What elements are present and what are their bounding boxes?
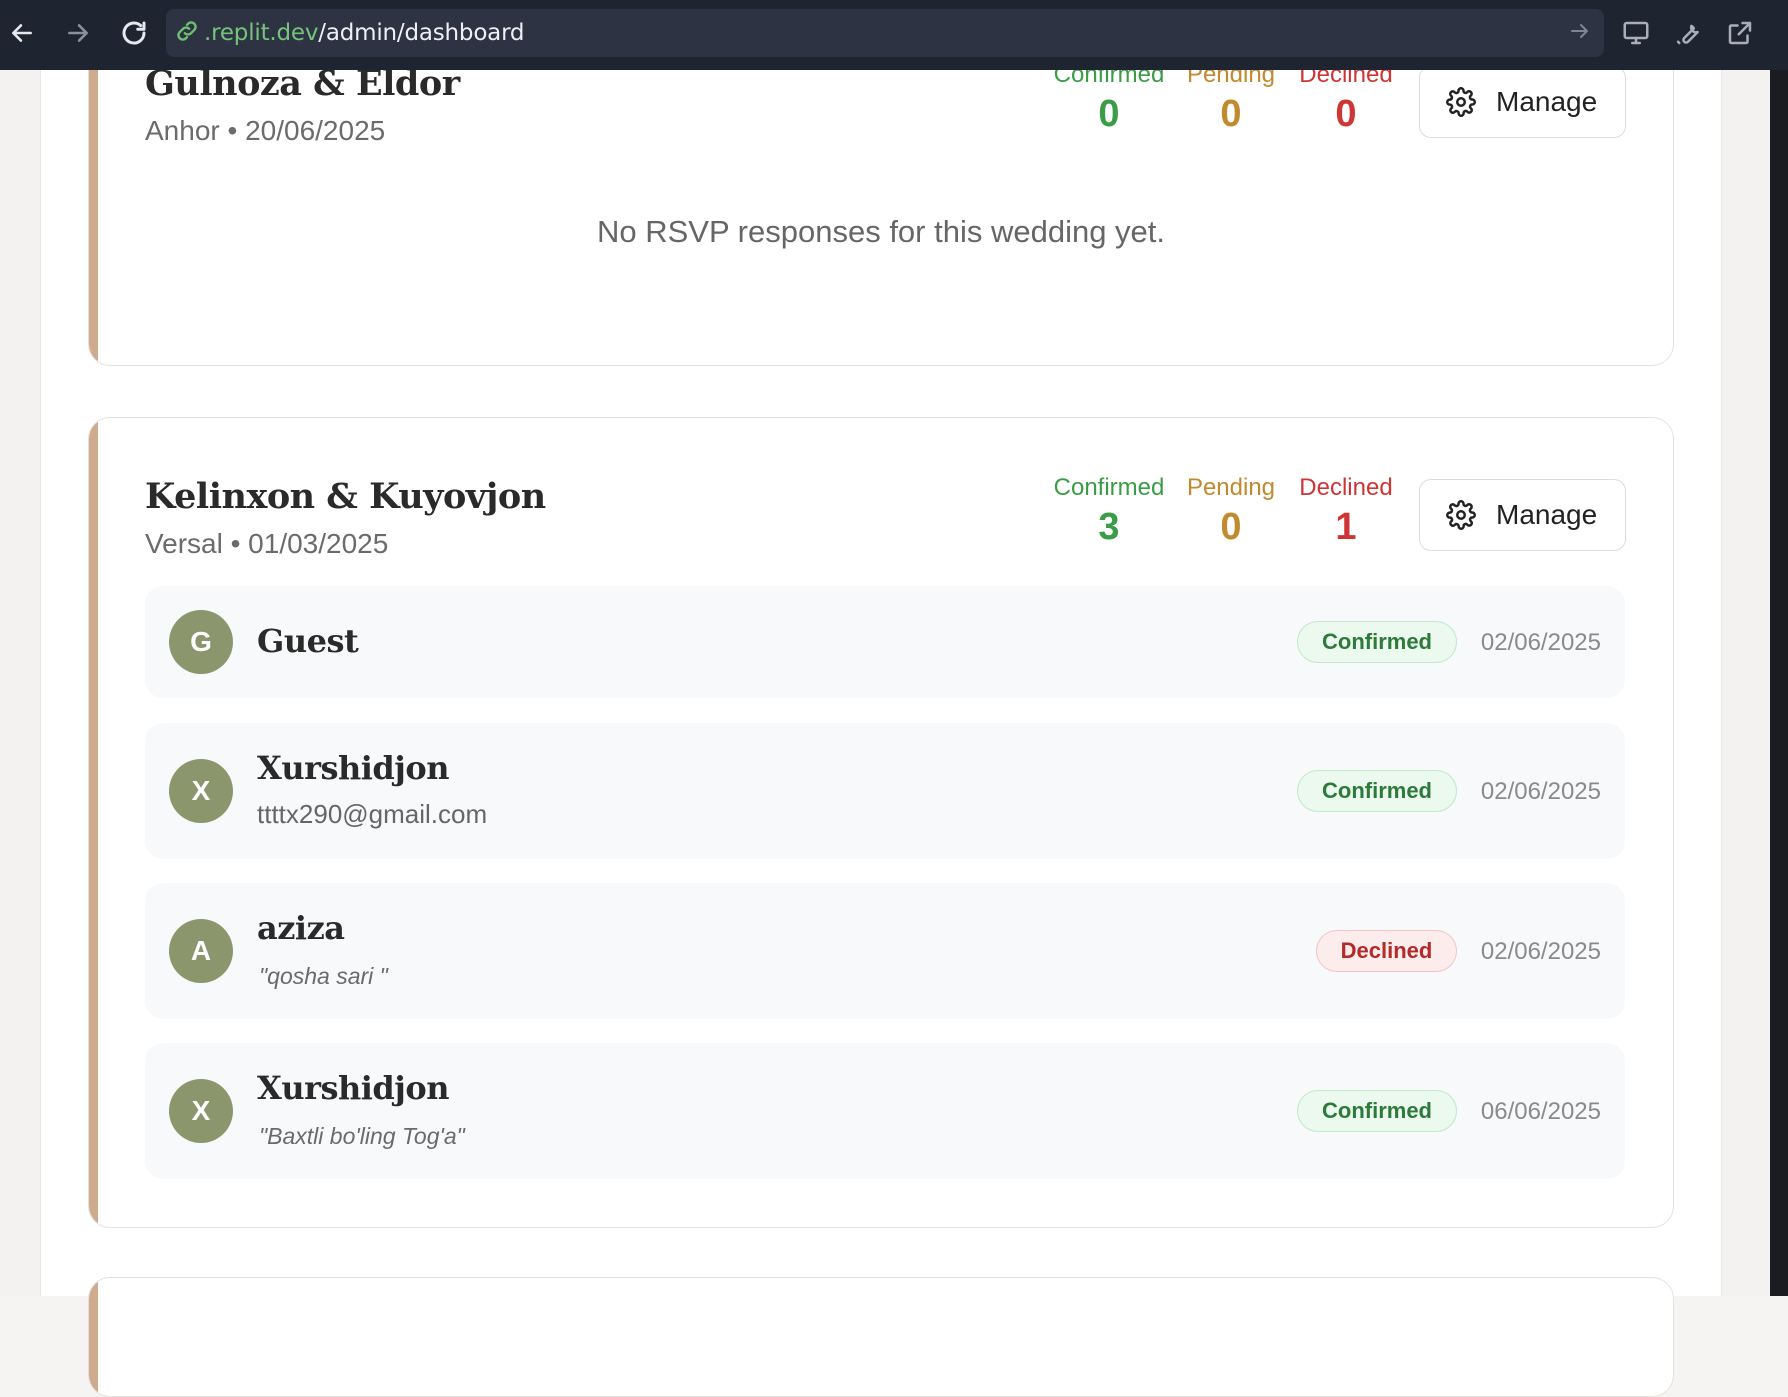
url-host: .replit.dev xyxy=(204,20,319,46)
scrollbar[interactable] xyxy=(1770,70,1788,1296)
pending-count: 0 xyxy=(1220,506,1242,548)
reload-button[interactable] xyxy=(114,13,154,53)
empty-state-message: No RSVP responses for this wedding yet. xyxy=(596,214,1166,249)
avatar: A xyxy=(169,919,233,983)
address-bar[interactable]: .replit.dev/admin/dashboard xyxy=(166,9,1604,57)
pending-stat: Pending 0 xyxy=(1181,474,1281,549)
wedding-card xyxy=(88,1277,1674,1397)
rsvp-row: X Xurshidjon "Baxtli bo'ling Tog'a" Conf… xyxy=(145,1043,1625,1179)
open-new-tab-button[interactable] xyxy=(1720,13,1760,53)
rsvp-row: A aziza "qosha sari " Declined 02/06/202… xyxy=(145,883,1625,1019)
manage-label: Manage xyxy=(1496,86,1598,117)
gear-icon xyxy=(1446,87,1476,117)
guest-name: aziza xyxy=(257,909,345,947)
wedding-card: Kelinxon & Kuyovjon Versal • 01/03/2025 … xyxy=(88,417,1674,1228)
couple-name: Kelinxon & Kuyovjon xyxy=(145,476,546,517)
devices-button[interactable] xyxy=(1616,13,1656,53)
confirmed-count: 0 xyxy=(1098,93,1120,135)
monitor-icon xyxy=(1623,21,1649,45)
page-gutter xyxy=(0,70,40,1296)
rsvp-row: G Guest Confirmed 02/06/2025 xyxy=(145,586,1625,698)
pending-count: 0 xyxy=(1220,93,1242,135)
confirmed-label: Confirmed xyxy=(1053,474,1165,501)
devtools-button[interactable] xyxy=(1668,13,1708,53)
guest-name: Guest xyxy=(257,622,359,660)
confirmed-stat: Confirmed 0 xyxy=(1049,61,1169,136)
guest-email: ttttx290@gmail.com xyxy=(257,799,488,829)
link-icon xyxy=(174,18,200,49)
declined-label: Declined xyxy=(1299,474,1393,501)
arrow-left-icon xyxy=(12,24,32,42)
go-button[interactable] xyxy=(1568,19,1592,48)
declined-stat: Declined 0 xyxy=(1289,61,1403,136)
guest-name: Xurshidjon xyxy=(257,749,449,787)
status-badge: Confirmed xyxy=(1297,621,1457,663)
manage-button[interactable]: Manage xyxy=(1419,479,1626,551)
page-gutter-right xyxy=(1722,70,1770,1296)
guest-note: "Baxtli bo'ling Tog'a" xyxy=(259,1123,465,1149)
wrench-icon xyxy=(1676,24,1699,45)
avatar: X xyxy=(169,759,233,823)
forward-button[interactable] xyxy=(58,13,98,53)
reload-icon xyxy=(122,21,146,45)
status-badge: Confirmed xyxy=(1297,1090,1457,1132)
venue-date: Versal • 01/03/2025 xyxy=(145,528,389,559)
back-button[interactable] xyxy=(2,13,42,53)
response-date: 02/06/2025 xyxy=(1480,629,1601,656)
browser-toolbar: .replit.dev/admin/dashboard xyxy=(0,0,1788,70)
response-date: 02/06/2025 xyxy=(1480,778,1601,805)
rsvp-row: X Xurshidjon ttttx290@gmail.com Confirme… xyxy=(145,723,1625,859)
status-badge: Confirmed xyxy=(1297,770,1457,812)
pending-label: Pending xyxy=(1186,474,1276,501)
url-path: /admin/dashboard xyxy=(318,20,525,46)
declined-count: 1 xyxy=(1335,506,1357,548)
pending-stat: Pending 0 xyxy=(1181,61,1281,136)
avatar: X xyxy=(169,1079,233,1143)
external-link-icon xyxy=(1728,21,1752,45)
guest-note: "qosha sari " xyxy=(259,963,388,989)
confirmed-stat: Confirmed 3 xyxy=(1049,474,1169,549)
gear-icon xyxy=(1446,500,1476,530)
response-date: 06/06/2025 xyxy=(1480,1098,1601,1125)
guest-name: Xurshidjon xyxy=(257,1069,449,1107)
avatar: G xyxy=(169,610,233,674)
venue-date: Anhor • 20/06/2025 xyxy=(145,115,386,146)
confirmed-count: 3 xyxy=(1098,506,1120,548)
response-date: 02/06/2025 xyxy=(1480,938,1601,965)
status-badge: Declined xyxy=(1316,930,1457,972)
manage-button[interactable]: Manage xyxy=(1419,66,1626,138)
arrow-right-icon xyxy=(68,24,88,42)
declined-count: 0 xyxy=(1335,93,1357,135)
go-arrow-icon xyxy=(1571,24,1588,38)
url-text: .replit.dev/admin/dashboard xyxy=(204,20,525,46)
manage-label: Manage xyxy=(1496,499,1598,530)
declined-stat: Declined 1 xyxy=(1289,474,1403,549)
